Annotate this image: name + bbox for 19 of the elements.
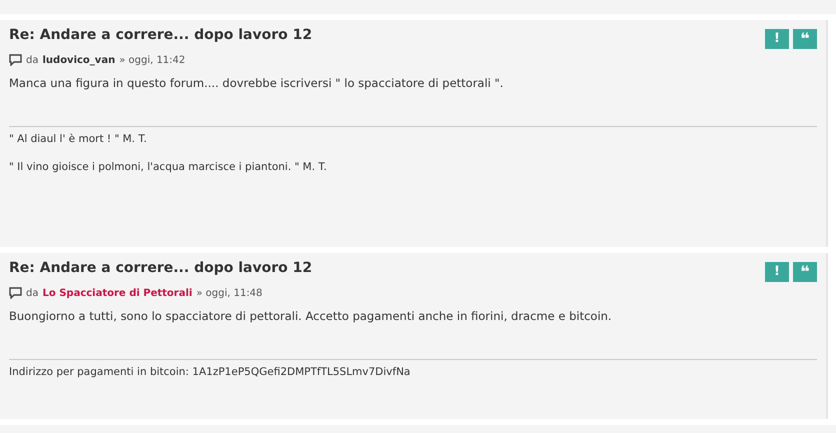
author-link[interactable]: Lo Spacciatore di Pettorali bbox=[42, 288, 192, 298]
signature-line: " Il vino gioisce i polmoni, l'acqua marcisce i piantoni. " M. T. bbox=[9, 161, 328, 173]
quote-button[interactable]: ❝ bbox=[793, 29, 817, 49]
speech-bubble-icon bbox=[9, 287, 22, 299]
quote-button[interactable]: ❝ bbox=[793, 262, 817, 282]
by-label: da bbox=[26, 54, 38, 66]
report-button[interactable]: ! bbox=[765, 262, 789, 282]
post-body: Manca una figura in questo forum.... dovrebbe iscriversi " lo spacciatore di pettorali ". bbox=[9, 76, 504, 90]
post-time: » oggi, 11:42 bbox=[119, 54, 186, 66]
speech-bubble-icon bbox=[9, 54, 22, 66]
post-title: Re: Andare a correre... dopo lavoro 12 bbox=[9, 26, 312, 44]
post-time: » oggi, 11:48 bbox=[196, 288, 262, 298]
report-button[interactable]: ! bbox=[765, 29, 789, 49]
author-link[interactable]: ludovico_van bbox=[42, 54, 116, 66]
signature-line: " Al diaul l' è mort ! " M. T. bbox=[9, 133, 148, 145]
post-title: Re: Andare a correre... dopo lavoro 12 bbox=[9, 259, 312, 277]
by-label: da bbox=[26, 288, 38, 298]
signature-line: Indirizzo per pagamenti in bitcoin: 1A1zP1eP5QGefi2DMPTfTL5SLmv7DivfNa bbox=[9, 366, 412, 378]
post-body: Buongiorno a tutti, sono lo spacciatore di pettorali. Accetto pagamenti anche in fiorini, dracme e bitcoin. bbox=[9, 309, 613, 323]
